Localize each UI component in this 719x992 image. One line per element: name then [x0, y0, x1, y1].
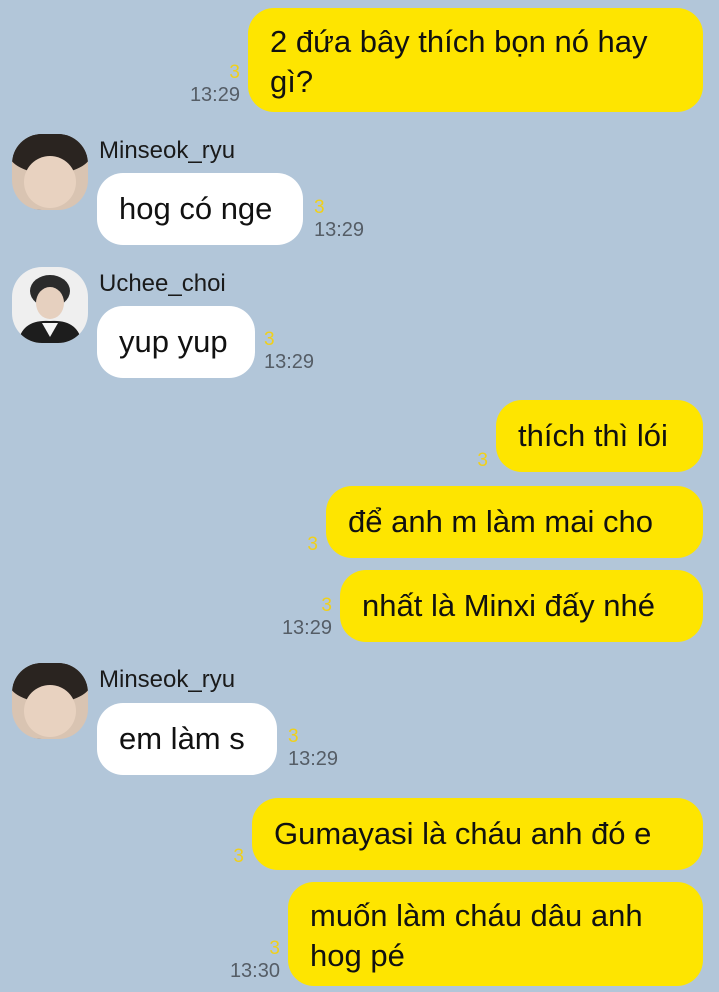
- message-bubble-received[interactable]: yup yup: [97, 306, 255, 378]
- message-meta: 3 13:29: [252, 595, 332, 639]
- message-bubble-sent[interactable]: nhất là Minxi đấy nhé: [340, 570, 703, 642]
- message-time: 13:29: [288, 748, 339, 770]
- message-meta: 3 13:29: [160, 62, 240, 106]
- avatar[interactable]: [12, 663, 88, 739]
- message-time: 13:29: [281, 617, 332, 639]
- message-meta: 3: [176, 846, 244, 868]
- message-text: để anh m làm mai cho: [348, 504, 653, 539]
- message-text: hog có nge: [119, 191, 273, 226]
- message-time: 13:30: [229, 960, 280, 982]
- message-meta: 3 13:30: [200, 938, 280, 982]
- message-meta: 3 13:29: [314, 197, 394, 241]
- avatar-minseok-icon: [12, 134, 88, 210]
- message-bubble-sent[interactable]: muốn làm cháu dâu anh hog pé: [288, 882, 703, 986]
- message-time: 13:29: [189, 84, 240, 106]
- message-meta: 3 13:29: [264, 329, 344, 373]
- avatar[interactable]: [12, 134, 88, 210]
- message-time: 13:29: [264, 351, 315, 373]
- unread-count: 3: [477, 450, 488, 471]
- message-meta: 3 13:29: [288, 726, 368, 770]
- sender-name: Uchee_choi: [99, 270, 226, 297]
- message-bubble-received[interactable]: em làm s: [97, 703, 277, 775]
- message-text: Gumayasi là cháu anh đó e: [274, 816, 652, 851]
- message-text-line: gì?: [270, 64, 314, 99]
- unread-count: 3: [264, 329, 275, 350]
- unread-count: 3: [288, 726, 299, 747]
- message-bubble-sent[interactable]: Gumayasi là cháu anh đó e: [252, 798, 703, 870]
- avatar-minseok-icon: [12, 663, 88, 739]
- unread-count: 3: [307, 534, 318, 555]
- message-bubble-sent[interactable]: 2 đứa bây thích bọn nó hay gì?: [248, 8, 703, 112]
- avatar-uchee-icon: [12, 267, 88, 343]
- message-bubble-sent[interactable]: thích thì lói: [496, 400, 703, 472]
- message-text: thích thì lói: [518, 418, 668, 453]
- message-meta: 3: [250, 534, 318, 556]
- message-bubble-sent[interactable]: để anh m làm mai cho: [326, 486, 703, 558]
- message-meta: 3: [420, 450, 488, 472]
- message-time: 13:29: [314, 219, 365, 241]
- message-text: em làm s: [119, 721, 245, 756]
- avatar[interactable]: [12, 267, 88, 343]
- unread-count: 3: [233, 846, 244, 867]
- message-text-line: muốn làm cháu dâu anh: [310, 898, 643, 933]
- unread-count: 3: [314, 197, 325, 218]
- message-text-line: hog pé: [310, 938, 405, 973]
- unread-count: 3: [229, 62, 240, 83]
- unread-count: 3: [321, 595, 332, 616]
- sender-name: Minseok_ryu: [99, 666, 236, 693]
- message-text: yup yup: [119, 324, 228, 359]
- message-text: nhất là Minxi đấy nhé: [362, 588, 655, 623]
- message-bubble-received[interactable]: hog có nge: [97, 173, 303, 245]
- sender-name: Minseok_ryu: [99, 137, 236, 164]
- unread-count: 3: [269, 938, 280, 959]
- message-text-line: 2 đứa bây thích bọn nó hay: [270, 24, 648, 59]
